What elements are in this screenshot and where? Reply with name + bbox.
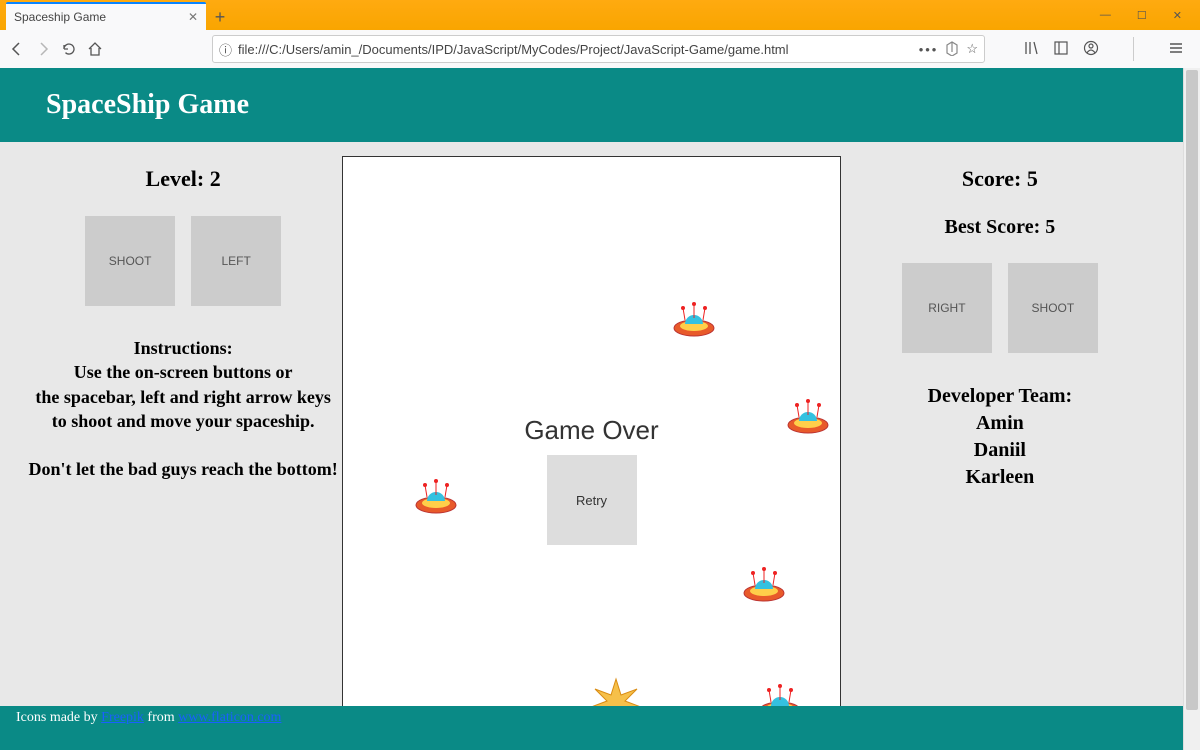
right-button[interactable]: RIGHT bbox=[902, 263, 992, 353]
ufo-icon bbox=[741, 565, 787, 605]
new-tab-button[interactable]: + bbox=[206, 4, 234, 30]
left-panel: Level: 2 SHOOT LEFT Instructions: Use th… bbox=[24, 154, 342, 736]
forward-icon[interactable] bbox=[34, 40, 52, 58]
flaticon-link[interactable]: www.flaticon.com bbox=[178, 710, 281, 725]
ufo-icon bbox=[413, 477, 459, 517]
tab-title: Spaceship Game bbox=[14, 10, 106, 24]
close-window-icon[interactable]: ✕ bbox=[1173, 9, 1182, 22]
home-icon[interactable] bbox=[86, 40, 104, 58]
minimize-icon[interactable]: — bbox=[1100, 9, 1111, 21]
shoot-button-right[interactable]: SHOOT bbox=[1008, 263, 1098, 353]
separator bbox=[1133, 37, 1134, 61]
score-label: Score: 5 bbox=[841, 166, 1159, 192]
reload-icon[interactable] bbox=[60, 40, 78, 58]
url-text: file:///C:/Users/amin_/Documents/IPD/Jav… bbox=[238, 42, 913, 57]
vertical-scrollbar[interactable] bbox=[1183, 68, 1200, 750]
reader-icon[interactable] bbox=[944, 40, 960, 59]
developer-team: Developer Team: Amin Daniil Karleen bbox=[841, 383, 1159, 491]
retry-button[interactable]: Retry bbox=[547, 455, 637, 545]
freepik-link[interactable]: Freepik bbox=[101, 710, 144, 725]
scroll-thumb[interactable] bbox=[1186, 70, 1198, 710]
ufo-icon bbox=[671, 300, 717, 340]
page-header: SpaceShip Game bbox=[0, 68, 1183, 142]
left-button[interactable]: LEFT bbox=[191, 216, 281, 306]
game-over-text: Game Over bbox=[524, 415, 658, 446]
sidebar-icon[interactable] bbox=[1053, 40, 1069, 59]
bookmark-icon[interactable]: ☆ bbox=[966, 41, 978, 57]
more-icon[interactable]: ••• bbox=[919, 42, 939, 57]
library-icon[interactable] bbox=[1023, 40, 1039, 59]
back-icon[interactable] bbox=[8, 40, 26, 58]
page-content: SpaceShip Game Level: 2 SHOOT LEFT Instr… bbox=[0, 68, 1183, 750]
level-label: Level: 2 bbox=[24, 166, 342, 192]
right-panel: Score: 5 Best Score: 5 RIGHT SHOOT Devel… bbox=[841, 154, 1159, 736]
menu-icon[interactable] bbox=[1168, 40, 1184, 59]
game-canvas[interactable]: Game Over Retry bbox=[342, 156, 840, 736]
ufo-icon bbox=[785, 397, 831, 437]
page-title: SpaceShip Game bbox=[46, 89, 249, 121]
url-bar[interactable]: ⓘ file:///C:/Users/amin_/Documents/IPD/J… bbox=[212, 35, 985, 63]
instructions: Instructions: Use the on-screen buttons … bbox=[24, 336, 342, 482]
page-footer: Icons made by Freepik from www.flaticon.… bbox=[0, 706, 1183, 750]
best-score-label: Best Score: 5 bbox=[841, 216, 1159, 239]
dev-title: Developer Team: bbox=[841, 383, 1159, 410]
info-icon: ⓘ bbox=[219, 40, 232, 59]
maximize-icon[interactable]: ☐ bbox=[1137, 9, 1147, 22]
browser-tab[interactable]: Spaceship Game ✕ bbox=[6, 2, 206, 30]
browser-nav-bar: ⓘ file:///C:/Users/amin_/Documents/IPD/J… bbox=[0, 30, 1200, 68]
account-icon[interactable] bbox=[1083, 40, 1099, 59]
browser-tab-bar: Spaceship Game ✕ + — ☐ ✕ bbox=[0, 0, 1200, 30]
close-tab-icon[interactable]: ✕ bbox=[188, 10, 198, 24]
instructions-title: Instructions: bbox=[28, 336, 338, 360]
shoot-button-left[interactable]: SHOOT bbox=[85, 216, 175, 306]
